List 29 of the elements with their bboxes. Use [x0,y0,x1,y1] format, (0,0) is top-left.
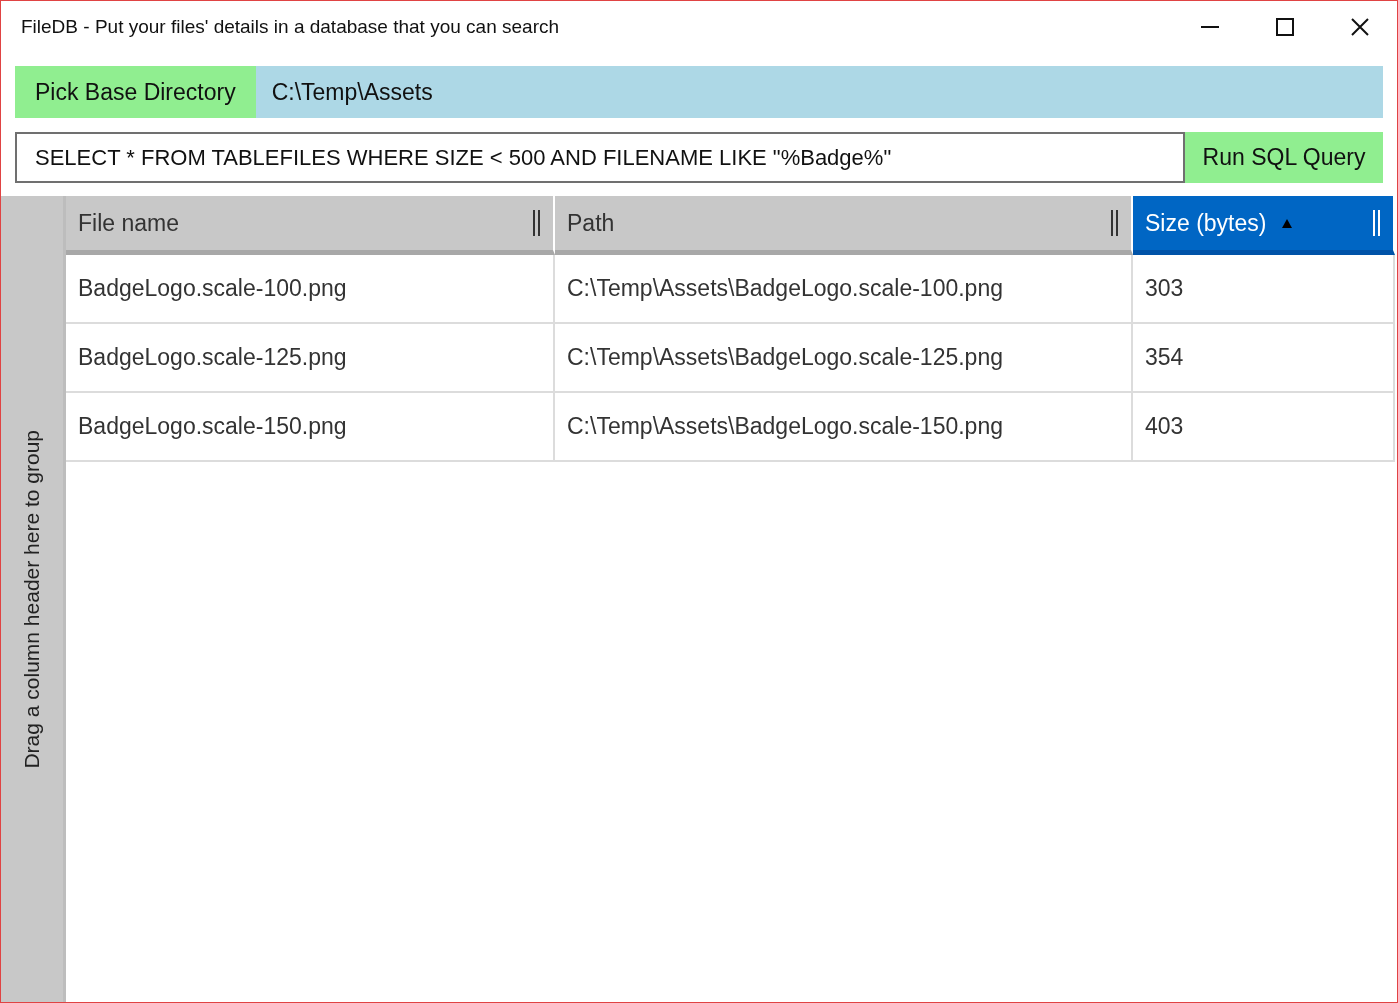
column-resize-grip-icon[interactable] [1373,210,1381,236]
table-cell: C:\Temp\Assets\BadgeLogo.scale-125.png [555,324,1133,393]
group-panel[interactable]: Drag a column header here to group [1,196,66,1002]
table-cell: BadgeLogo.scale-150.png [66,393,555,462]
table-cell: BadgeLogo.scale-125.png [66,324,555,393]
column-header[interactable]: File name [66,196,555,255]
window-title: FileDB - Put your files' details in a database that you can search [21,16,561,38]
column-header-label: File name [78,209,180,237]
table-cell: 354 [1133,324,1395,393]
column-resize-grip-icon[interactable] [533,210,541,236]
directory-path: C:\Temp\Assets [270,78,433,106]
table-cell: C:\Temp\Assets\BadgeLogo.scale-150.png [555,393,1133,462]
table-cell: BadgeLogo.scale-100.png [66,255,555,324]
column-header[interactable]: Path [555,196,1133,255]
table-cell: 303 [1133,255,1395,324]
minimize-icon [1200,26,1219,28]
column-header-label: Path [567,209,616,237]
table-cell: 403 [1133,393,1395,462]
column-header[interactable]: Size (bytes) [1133,196,1395,255]
sort-ascending-icon [1282,218,1293,228]
maximize-icon [1275,18,1294,36]
run-query-button[interactable]: Run SQL Query [1185,132,1383,183]
column-resize-grip-icon[interactable] [1111,210,1119,236]
column-header-label: Size (bytes) [1145,209,1267,237]
table-cell: C:\Temp\Assets\BadgeLogo.scale-100.png [555,255,1133,324]
group-panel-hint: Drag a column header here to group [20,429,44,769]
sql-query-field[interactable]: SELECT * FROM TABLEFILES WHERE SIZE < 500 AND FILENAME LIKE "%Badge%" [15,132,1185,183]
close-icon [1350,18,1369,36]
pick-directory-button[interactable]: Pick Base Directory [15,66,256,118]
